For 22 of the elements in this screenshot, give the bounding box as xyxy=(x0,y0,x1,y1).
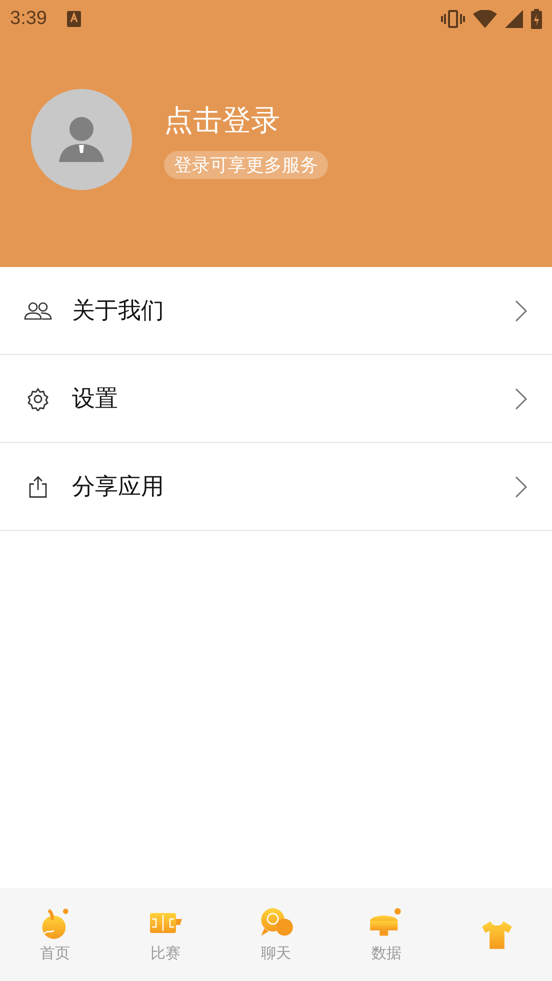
tab[interactable]: 数据 xyxy=(331,888,442,981)
login-link[interactable]: 点击登录 xyxy=(164,100,280,140)
avatar-icon[interactable] xyxy=(31,89,132,190)
tab[interactable]: 比赛 xyxy=(110,888,221,981)
menu-item[interactable]: 关于我们 xyxy=(0,267,552,355)
tab[interactable]: 聊天 xyxy=(220,888,332,981)
chevron-icon xyxy=(514,298,528,322)
battery-icon xyxy=(531,9,542,29)
menu-label: 分享应用 xyxy=(72,473,165,502)
menu-item[interactable]: 分享应用 xyxy=(0,443,552,531)
status-time: 3:39 xyxy=(10,8,47,30)
menu-label: 设置 xyxy=(72,385,119,414)
wifi-icon xyxy=(473,10,497,28)
tab[interactable]: 首页 xyxy=(0,888,110,981)
chevron-icon xyxy=(514,386,528,410)
menu-label: 关于我们 xyxy=(72,297,165,326)
notification-icon xyxy=(66,11,81,27)
chevron-icon xyxy=(514,474,528,498)
login-hint: 登录可享更多服务 xyxy=(164,150,328,178)
vibrate-icon xyxy=(441,10,465,28)
menu-item[interactable]: 设置 xyxy=(0,355,552,443)
signal-icon xyxy=(505,10,523,28)
